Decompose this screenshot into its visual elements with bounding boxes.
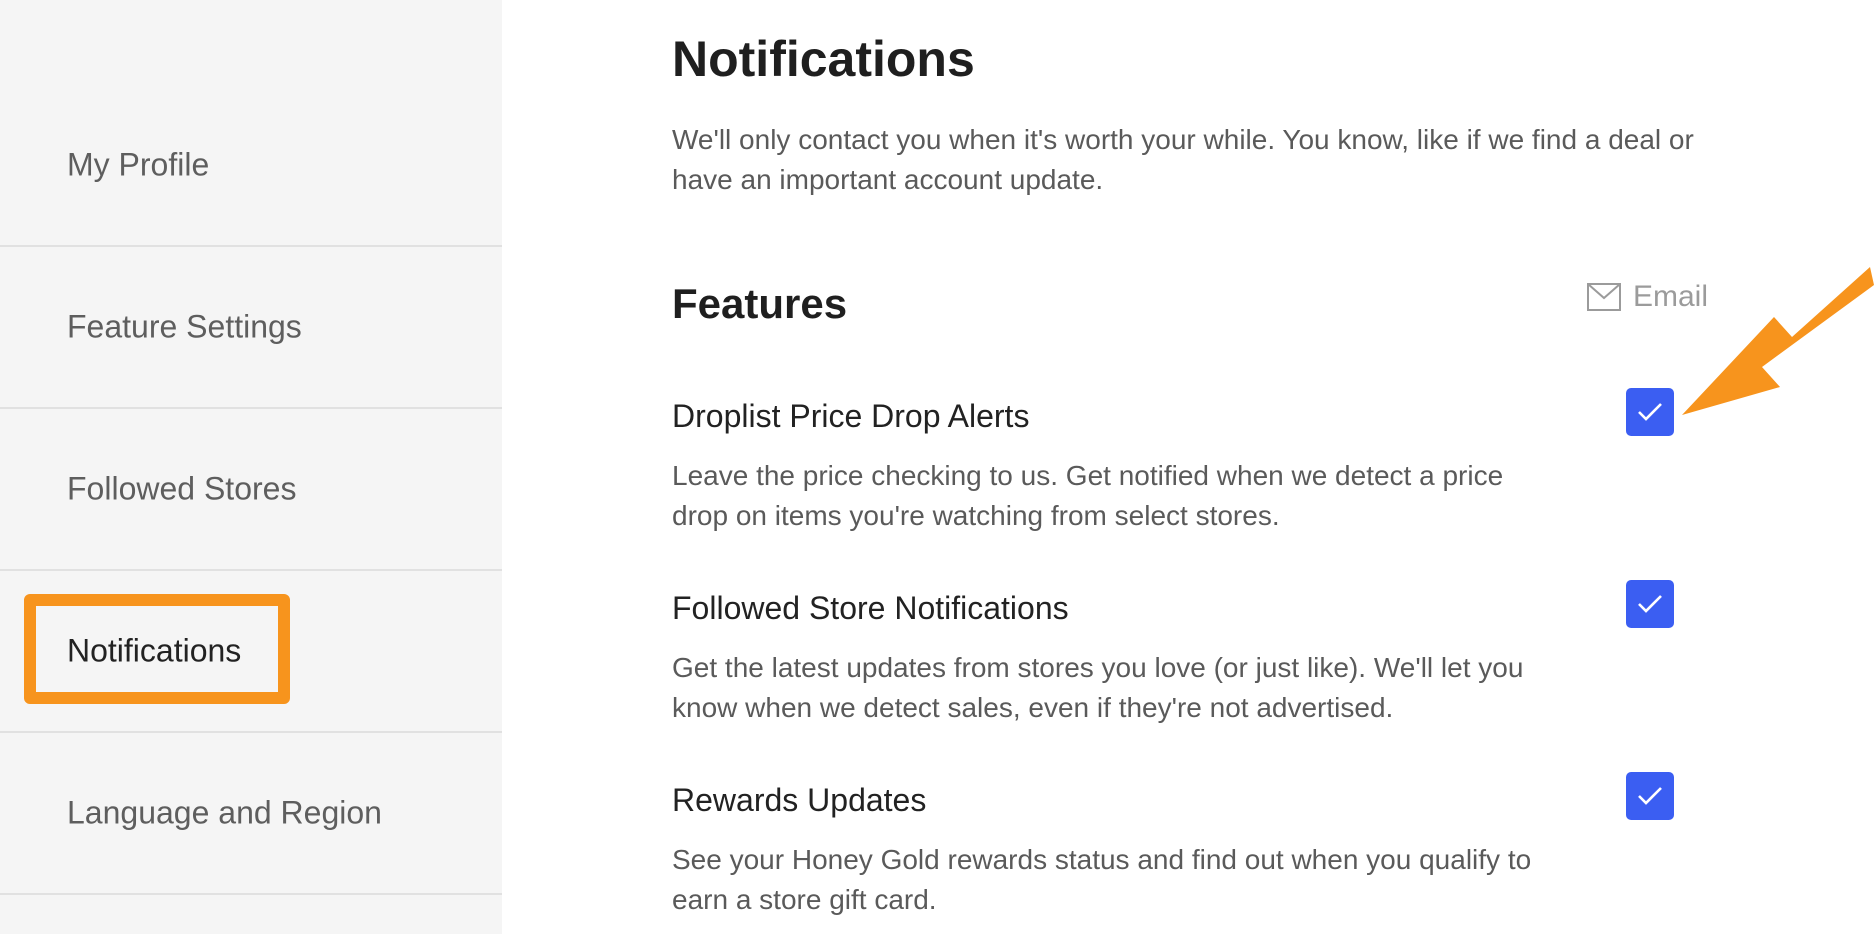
sidebar-item-label: Followed Stores [67,470,297,507]
sidebar-item-label: Notifications [67,632,242,669]
email-column-header: Email [1587,280,1708,314]
pref-description: Leave the price checking to us. Get noti… [672,460,1504,531]
page-title: Notifications [672,31,975,87]
sidebar-item-feature-settings[interactable]: Feature Settings [0,247,502,409]
sidebar-item-my-profile[interactable]: My Profile [0,85,502,247]
notifications-main: Notifications We'll only contact you whe… [672,0,1712,934]
pref-name: Followed Store Notifications [672,590,1069,626]
pref-description: See your Honey Gold rewards status and f… [672,844,1532,915]
checkmark-icon [1637,402,1663,422]
sidebar-item-notifications[interactable]: Notifications [0,571,502,733]
page-intro: We'll only contact you when it's worth y… [672,124,1694,195]
checkmark-icon [1637,786,1663,806]
settings-sidebar: My Profile Feature Settings Followed Sto… [0,0,502,934]
sidebar-item-label: My Profile [67,146,210,183]
sidebar-item-label: Feature Settings [67,308,302,345]
sidebar-item-followed-stores[interactable]: Followed Stores [0,409,502,571]
sidebar-item-label: Language and Region [67,794,382,831]
checkmark-icon [1637,594,1663,614]
section-title-features: Features [672,280,848,327]
email-column-label: Email [1633,280,1709,313]
sidebar-item-language-and-region[interactable]: Language and Region [0,733,502,895]
email-checkbox-rewards[interactable] [1626,772,1674,820]
pref-description: Get the latest updates from stores you l… [672,652,1524,723]
email-checkbox-followed-store[interactable] [1626,580,1674,628]
notifications-settings-page: My Profile Feature Settings Followed Sto… [0,0,1874,934]
pref-name: Droplist Price Drop Alerts [672,398,1030,434]
pref-name: Rewards Updates [672,782,927,818]
envelope-icon [1587,283,1621,311]
email-checkbox-droplist[interactable] [1626,388,1674,436]
